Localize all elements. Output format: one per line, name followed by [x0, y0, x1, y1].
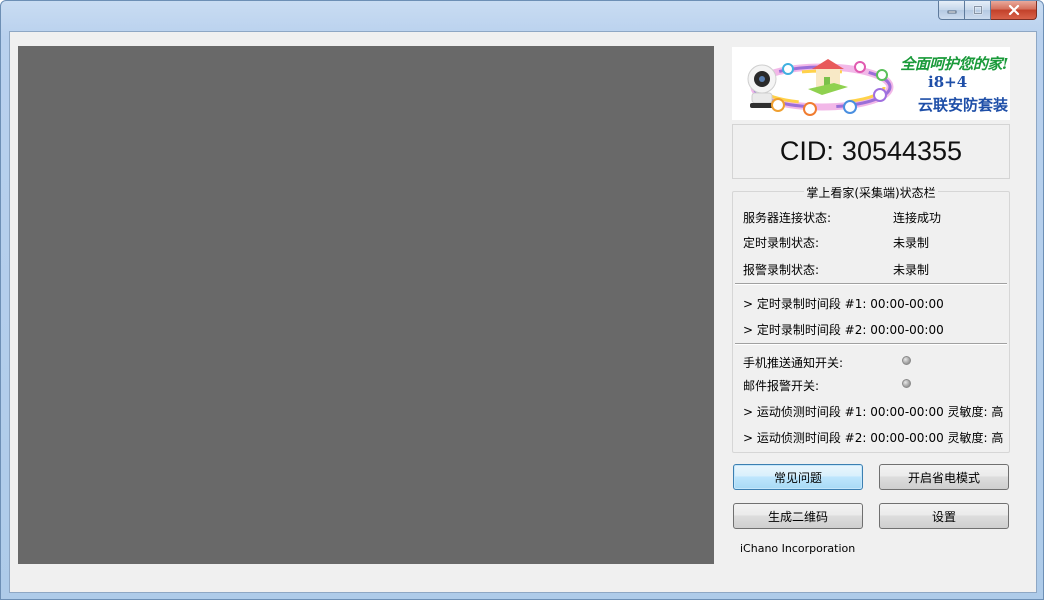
status-label-server: 服务器连接状态:: [743, 211, 832, 225]
power-save-button[interactable]: 开启省电模式: [879, 464, 1009, 490]
divider: [735, 283, 1007, 285]
status-group-title-wrap: 掌上看家(采集端)状态栏: [733, 184, 1009, 201]
push-notify-label: 手机推送通知开关:: [743, 356, 844, 370]
cid-display: CID: 30544355: [732, 124, 1010, 179]
motion-period-1: > 运动侦测时间段 #1: 00:00-00:00 灵敏度: 高: [743, 405, 1004, 419]
close-button[interactable]: [991, 1, 1037, 20]
push-notify-indicator-icon: [902, 356, 911, 365]
settings-button[interactable]: 设置: [879, 503, 1009, 529]
video-preview[interactable]: [18, 46, 714, 564]
status-label-timed-record: 定时录制状态:: [743, 236, 820, 250]
product-banner: 全面呵护您的家! i8+4 云联安防套装: [732, 47, 1010, 120]
company-label: iChano Incorporation: [740, 542, 856, 555]
app-window: 全面呵护您的家! i8+4 云联安防套装 CID: 30544355 掌上看家(…: [0, 0, 1044, 600]
banner-model: i8+4: [928, 73, 968, 91]
title-bar[interactable]: [1, 1, 1043, 29]
caption-buttons: [938, 1, 1037, 21]
status-value-alarm-record: 未录制: [893, 263, 930, 277]
email-alarm-indicator-icon: [902, 379, 911, 388]
close-icon: [1008, 4, 1019, 16]
record-period-1: > 定时录制时间段 #1: 00:00-00:00: [743, 297, 944, 311]
status-groupbox: 掌上看家(采集端)状态栏 服务器连接状态: 连接成功 定时录制状态: 未录制 报…: [732, 186, 1010, 453]
cid-value: 30544355: [841, 136, 963, 166]
banner-product: 云联安防套装: [917, 96, 1008, 114]
minimize-button[interactable]: [938, 1, 965, 20]
client-area: 全面呵护您的家! i8+4 云联安防套装 CID: 30544355 掌上看家(…: [9, 31, 1037, 593]
faq-button[interactable]: 常见问题: [733, 464, 863, 490]
generate-qrcode-button[interactable]: 生成二维码: [733, 503, 863, 529]
email-alarm-label: 邮件报警开关:: [743, 379, 820, 393]
banner-slogan: 全面呵护您的家!: [900, 55, 1008, 73]
minimize-icon: [947, 10, 956, 14]
maximize-button[interactable]: [965, 1, 991, 20]
status-value-timed-record: 未录制: [893, 236, 930, 250]
status-group-title: 掌上看家(采集端)状态栏: [804, 186, 938, 200]
status-value-server: 连接成功: [893, 211, 942, 225]
record-period-2: > 定时录制时间段 #2: 00:00-00:00: [743, 323, 944, 337]
status-label-alarm-record: 报警录制状态:: [743, 263, 820, 277]
divider: [735, 343, 1007, 345]
motion-period-2: > 运动侦测时间段 #2: 00:00-00:00 灵敏度: 高: [743, 431, 1004, 445]
maximize-icon: [973, 5, 982, 15]
cid-label: CID:: [779, 136, 834, 166]
